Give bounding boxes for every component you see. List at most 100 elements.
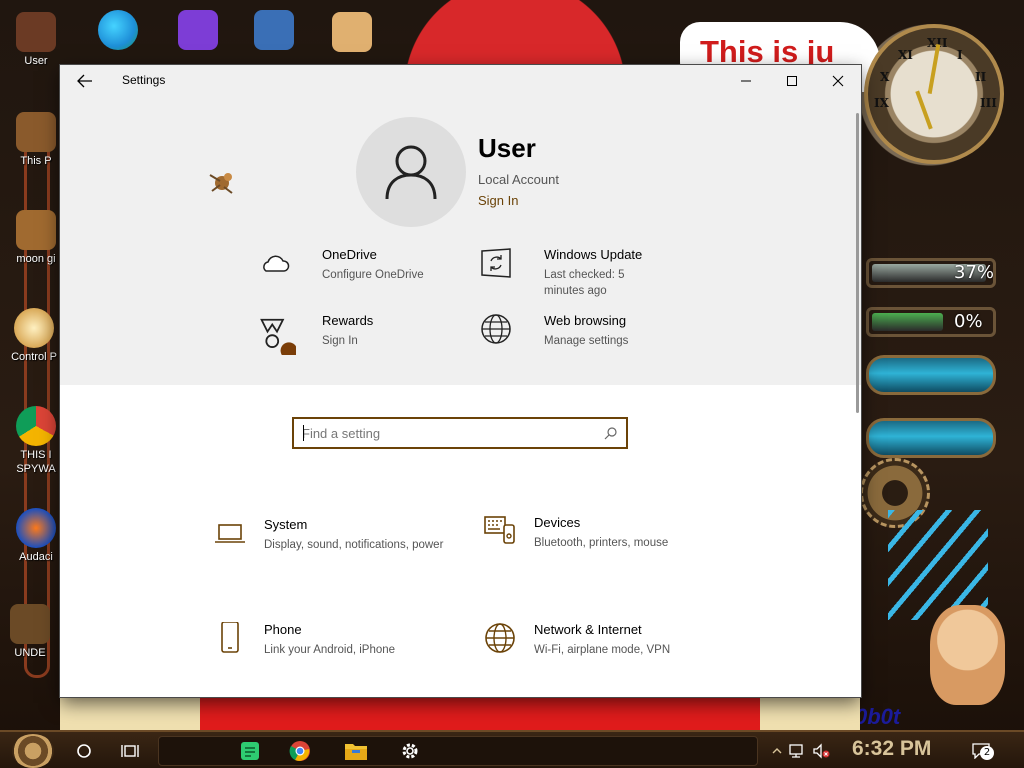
keyboard-icon	[484, 516, 515, 544]
hamster-mascot	[930, 605, 1005, 705]
text-caret	[303, 425, 304, 441]
task-view-button[interactable]	[112, 736, 148, 766]
desktop-icon-hxd[interactable]	[324, 12, 380, 54]
clock-numeral: X	[880, 70, 890, 84]
category-phone[interactable]: Phone Link your Android, iPhone	[214, 622, 454, 682]
decorative-tube	[866, 418, 996, 458]
task-view-icon	[121, 745, 139, 757]
category-subtitle: Display, sound, notifications, power	[264, 539, 444, 551]
volume-muted-icon	[813, 743, 830, 759]
gear-icon	[402, 743, 418, 759]
tile-rewards[interactable]: Rewards Sign In	[258, 313, 478, 369]
taskbar-notes-app[interactable]	[232, 736, 268, 766]
avatar[interactable]	[356, 117, 466, 227]
taskbar: 6:32 PM 2	[0, 730, 1024, 768]
desktop-icon-visual-studio[interactable]	[170, 10, 226, 52]
tile-subtitle: Manage settings	[544, 335, 629, 347]
desktop-icon-label: UNDE	[14, 647, 46, 659]
start-button[interactable]	[12, 734, 54, 768]
title-bar[interactable]: Settings	[60, 65, 861, 97]
minimize-button[interactable]	[723, 65, 769, 97]
tile-windows-update[interactable]: Windows Update Last checked: 5 minutes a…	[480, 247, 700, 303]
moon-icon	[16, 210, 56, 250]
taskbar-chrome[interactable]	[282, 736, 318, 766]
taskbar-file-explorer[interactable]	[338, 736, 374, 766]
tray-network-button[interactable]	[786, 740, 808, 762]
desktop-icon-undertale[interactable]: UNDE	[2, 604, 58, 660]
scrollbar[interactable]	[856, 113, 859, 413]
memory-gauge-fill	[872, 313, 943, 331]
chrome-icon	[289, 741, 310, 761]
taskbar-settings[interactable]	[392, 736, 428, 766]
chrome-icon	[16, 406, 56, 446]
tray-volume-button[interactable]	[810, 740, 832, 762]
clock-numeral: I	[957, 48, 963, 62]
close-icon	[832, 75, 844, 87]
virtualbox-icon	[254, 10, 294, 50]
tile-subtitle: Last checked: 5 minutes ago	[544, 269, 625, 297]
tile-title: Web browsing	[544, 313, 627, 328]
back-button[interactable]	[70, 69, 100, 93]
category-subtitle: Bluetooth, printers, mouse	[534, 537, 669, 549]
category-devices[interactable]: Devices Bluetooth, printers, mouse	[484, 515, 724, 575]
notes-icon	[241, 742, 259, 760]
tile-web-browsing[interactable]: Web browsing Manage settings	[480, 313, 700, 369]
network-icon	[789, 744, 803, 758]
category-system[interactable]: System Display, sound, notifications, po…	[214, 517, 454, 577]
desktop-icon-control-panel[interactable]: Control P	[6, 308, 62, 364]
desktop-icon-label: Audaci	[19, 551, 53, 563]
desktop-icon-virtualbox[interactable]	[246, 10, 302, 52]
settings-window: Settings User Local Account Sign In OneD…	[60, 65, 861, 697]
clock-numeral: II	[975, 70, 987, 84]
medal-icon	[260, 318, 296, 355]
search-icon	[604, 427, 617, 440]
memory-gauge-label: 0%	[954, 311, 983, 332]
desktop-icon-this-pc[interactable]: This P	[8, 112, 64, 168]
category-title: Devices	[534, 515, 581, 530]
category-title: System	[264, 517, 308, 532]
desktop-icon-chrome[interactable]: THIS I SPYWA	[8, 406, 64, 476]
user-folder-icon	[16, 12, 56, 52]
back-arrow-icon	[77, 74, 92, 88]
tile-onedrive[interactable]: OneDrive Configure OneDrive	[258, 247, 478, 303]
desktop-icon-moon[interactable]: moon gi	[8, 210, 64, 266]
user-icon	[385, 145, 437, 200]
desktop-icon-user[interactable]: User	[8, 12, 64, 68]
search-box[interactable]	[292, 417, 628, 449]
desktop-icon-edge[interactable]	[90, 10, 146, 52]
clock-numeral: III	[980, 96, 997, 110]
game-icon	[10, 604, 50, 644]
cpu-gauge-label: 37%	[954, 262, 995, 283]
desktop-floor	[60, 698, 860, 730]
category-network[interactable]: Network & Internet Wi-Fi, airplane mode,…	[484, 622, 724, 682]
minimize-icon	[741, 80, 751, 82]
window-title: Settings	[122, 73, 166, 87]
search-button[interactable]	[66, 736, 102, 766]
folder-icon	[345, 744, 367, 760]
close-button[interactable]	[815, 65, 861, 97]
category-subtitle: Link your Android, iPhone	[264, 644, 396, 656]
search-input[interactable]	[302, 423, 592, 443]
desktop-icon-label: Control P	[11, 351, 57, 363]
taskbar-clock[interactable]: 6:32 PM	[852, 737, 931, 761]
desktop-icon-label: This P	[20, 155, 52, 167]
update-icon	[481, 248, 511, 278]
clock-numeral: IX	[874, 96, 889, 110]
tile-subtitle: Sign In	[322, 335, 358, 347]
profile-name: User	[478, 133, 536, 163]
desktop-icon-audacity[interactable]: Audaci	[8, 508, 64, 564]
edge-icon	[98, 10, 138, 50]
maximize-button[interactable]	[769, 65, 815, 97]
tray-expand-button[interactable]	[766, 740, 788, 762]
decorative-pipe	[24, 118, 50, 678]
clock-numeral: XI	[898, 48, 913, 62]
decorative-rods	[888, 510, 988, 620]
tile-title: Rewards	[322, 313, 374, 328]
profile-account-type: Local Account	[478, 172, 559, 187]
desktop-icon-label: moon gi	[16, 253, 56, 265]
globe-icon	[485, 623, 515, 653]
desktop-icon-label: THIS I SPYWA	[16, 449, 56, 475]
phone-icon	[221, 622, 239, 653]
category-subtitle: Wi-Fi, airplane mode, VPN	[534, 644, 671, 656]
profile-sign-in-link[interactable]: Sign In	[478, 193, 518, 208]
